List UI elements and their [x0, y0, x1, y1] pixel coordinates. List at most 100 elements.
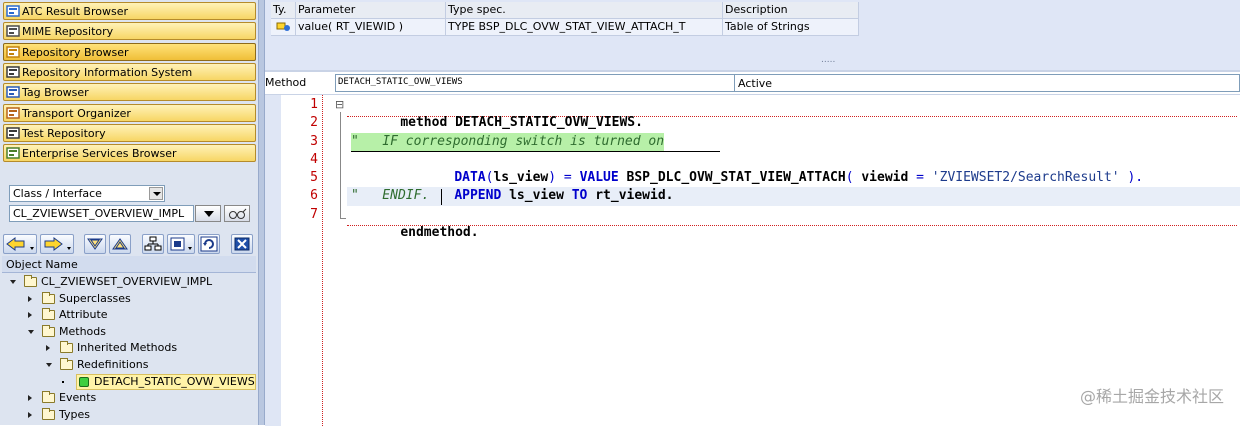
refresh-icon: [200, 236, 218, 252]
hierarchy-icon: [144, 236, 162, 251]
folder-icon: [42, 408, 55, 420]
tree-item-label: Inherited Methods: [77, 341, 178, 354]
pane-splitter[interactable]: [258, 0, 265, 425]
folder-open-icon: [24, 275, 37, 287]
description-cell[interactable]: Table of Strings: [723, 19, 859, 36]
repository-icon: [6, 45, 20, 59]
nav-button-label: MIME Repository: [22, 24, 114, 38]
list-icon: [170, 237, 192, 251]
folder-icon: [60, 341, 73, 353]
folder-open-icon: [60, 358, 73, 370]
line-number: 2: [310, 115, 318, 130]
nav-button-mime-repository[interactable]: MIME Repository: [3, 22, 256, 40]
method-name-field[interactable]: DETACH_STATIC_OVW_VIEWS: [335, 74, 735, 92]
statement-end: .: [635, 115, 643, 130]
folder-open-icon: [42, 325, 55, 337]
string-literal: 'ZVIEWSET2/SearchResult': [931, 170, 1120, 185]
test-icon: [6, 126, 20, 140]
navigation-pane: ATC Result Browser MIME Repository Reposit…: [0, 0, 258, 425]
collapsed-arrow-icon[interactable]: [28, 412, 32, 418]
type-spec-cell[interactable]: TYPE BSP_DLC_OVW_STAT_VIEW_ATTACH_T: [446, 19, 723, 36]
keyword-method: method: [400, 115, 448, 130]
nav-button-enterprise-services-browser[interactable]: Enterprise Services Browser: [3, 144, 256, 162]
nav-button-label: ATC Result Browser: [22, 4, 128, 18]
nav-button-transport-organizer[interactable]: Transport Organizer: [3, 104, 256, 122]
parameter-table: Ty. Parameter Type spec. Description val…: [265, 0, 1240, 70]
nav-button-atc-result-browser[interactable]: ATC Result Browser: [3, 2, 256, 20]
statement-end: .: [470, 225, 479, 240]
tree-item-events[interactable]: Events: [0, 390, 256, 406]
collapsed-arrow-icon[interactable]: [28, 296, 32, 302]
chevron-down-icon: [204, 211, 214, 217]
parameter-cell[interactable]: value( RT_VIEWID ): [296, 19, 446, 36]
code-line-1[interactable]: method DETACH_STATIC_OVW_VIEWS.: [369, 96, 643, 130]
expanded-arrow-icon[interactable]: [46, 363, 52, 367]
keyword-endmethod: endmethod: [400, 225, 471, 240]
returning-param-icon: [276, 22, 290, 31]
nav-button-label: Enterprise Services Browser: [22, 146, 177, 160]
tree-item-detach-static-ovw-views[interactable]: DETACH_STATIC_OVW_VIEWS: [0, 374, 256, 390]
expand-button[interactable]: [84, 234, 106, 254]
tree-item-methods[interactable]: Methods: [0, 324, 256, 340]
refresh-button[interactable]: [198, 234, 220, 254]
object-type-value: Class / Interface: [13, 187, 102, 200]
line-number: 4: [310, 152, 318, 167]
nav-button-repository-browser[interactable]: Repository Browser: [3, 43, 256, 61]
paren-close: ).: [1127, 170, 1144, 185]
display-object-list-button[interactable]: [167, 234, 195, 254]
chevron-down-icon[interactable]: [149, 187, 163, 200]
object-name-field[interactable]: CL_ZVIEWSET_OVERVIEW_IMPL: [9, 205, 194, 222]
collapsed-arrow-icon[interactable]: [46, 345, 50, 351]
resize-handle[interactable]: .....: [821, 55, 835, 65]
folder-icon: [42, 391, 55, 403]
tree-leaf-dot: [62, 381, 64, 383]
display-button[interactable]: [224, 205, 250, 222]
fold-icon[interactable]: ⊟: [335, 99, 344, 110]
nav-button-repository-information-system[interactable]: Repository Information System: [3, 63, 256, 81]
tree-item-label: Attribute: [59, 308, 108, 321]
line-separator: [347, 225, 1237, 226]
arrow-left-icon: [6, 237, 34, 251]
fold-guide-end: [340, 218, 346, 219]
code-line-5[interactable]: APPEND ls_view TO rt_viewid.: [423, 169, 673, 203]
line-number: 5: [310, 170, 318, 185]
collapsed-arrow-icon[interactable]: [28, 312, 32, 318]
forward-button[interactable]: [40, 234, 74, 254]
tree-item-inherited-methods[interactable]: Inherited Methods: [0, 340, 256, 356]
expanded-arrow-icon[interactable]: [10, 280, 16, 284]
tree-item-attribute[interactable]: Attribute: [0, 307, 256, 323]
method-active-icon: [79, 377, 89, 387]
statement-end: .: [665, 188, 674, 203]
hierarchy-button[interactable]: [142, 234, 164, 254]
nav-button-label: Test Repository: [22, 126, 106, 140]
tag-icon: [6, 85, 20, 99]
tree-item-cl-zviewset-overview-impl[interactable]: CL_ZVIEWSET_OVERVIEW_IMPL: [0, 274, 256, 290]
status-field: Active: [735, 74, 1240, 92]
close-button[interactable]: [231, 234, 253, 254]
mime-icon: [6, 24, 20, 38]
nav-button-tag-browser[interactable]: Tag Browser: [3, 83, 256, 101]
code-line-7[interactable]: endmethod.: [369, 206, 478, 240]
line-number: 7: [310, 207, 318, 222]
object-name-dropdown-button[interactable]: [195, 205, 221, 222]
status-value: Active: [738, 77, 773, 90]
back-button[interactable]: [3, 234, 37, 254]
keyword-append: APPEND: [454, 188, 502, 203]
code-editor[interactable]: 1 2 3 4 5 6 7 ⊟ method DETACH_STATIC_OVW_VIEWS…: [265, 94, 1240, 426]
tree-item-types[interactable]: Types: [0, 407, 256, 423]
folder-icon: [42, 292, 55, 304]
tree-item-redefinitions[interactable]: Redefinitions: [0, 357, 256, 373]
code-line-4[interactable]: DATA(ls_view) = VALUE BSP_DLC_OVW_STAT_V…: [423, 151, 1143, 185]
column-header-type-spec: Type spec.: [446, 2, 723, 19]
collapse-button[interactable]: [109, 234, 131, 254]
watermark: @稀土掘金技术社区: [1079, 387, 1224, 406]
tree-item-superclasses[interactable]: Superclasses: [0, 291, 256, 307]
code-line-6[interactable]: " ENDIF.: [351, 187, 429, 205]
glasses-icon: [229, 208, 247, 219]
object-type-select[interactable]: Class / Interface: [9, 185, 165, 202]
nav-button-test-repository[interactable]: Test Repository: [3, 124, 256, 142]
column-header-description: Description: [723, 2, 859, 19]
collapsed-arrow-icon[interactable]: [28, 395, 32, 401]
code-line-3[interactable]: " IF corresponding switch is turned on: [351, 133, 665, 151]
expanded-arrow-icon[interactable]: [28, 330, 34, 334]
